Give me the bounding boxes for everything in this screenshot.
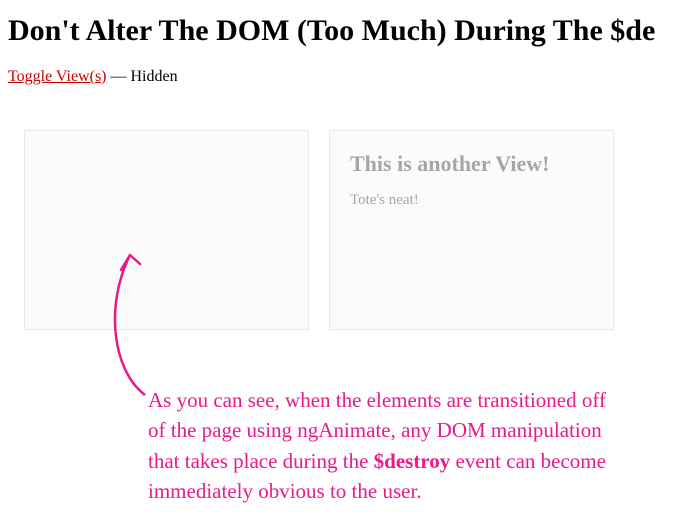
annotation-line3-strong: $destroy	[374, 449, 451, 473]
view-body: Tote's neat!	[350, 192, 593, 209]
annotation-line4: immediately obvious to the user.	[148, 479, 422, 503]
view-box-left	[24, 130, 309, 330]
view-heading: This is another View!	[350, 151, 593, 177]
view-box-right: This is another View! Tote's neat!	[329, 130, 614, 330]
annotation-line3-post: event can become	[450, 449, 606, 473]
toggle-row: Toggle View(s) — Hidden	[0, 58, 700, 106]
annotation-text: As you can see, when the elements are tr…	[148, 385, 658, 507]
annotation-line1: As you can see, when the elements are tr…	[148, 388, 606, 412]
page-title: Don't Alter The DOM (Too Much) During Th…	[0, 0, 700, 58]
toggle-state-label: Hidden	[131, 68, 178, 85]
toggle-separator: —	[107, 68, 131, 85]
views-area: This is another View! Tote's neat!	[0, 106, 700, 330]
annotation-line2: of the page using ngAnimate, any DOM man…	[148, 418, 602, 442]
toggle-views-link[interactable]: Toggle View(s)	[8, 68, 107, 85]
annotation-line3-pre: that takes place during the	[148, 449, 374, 473]
